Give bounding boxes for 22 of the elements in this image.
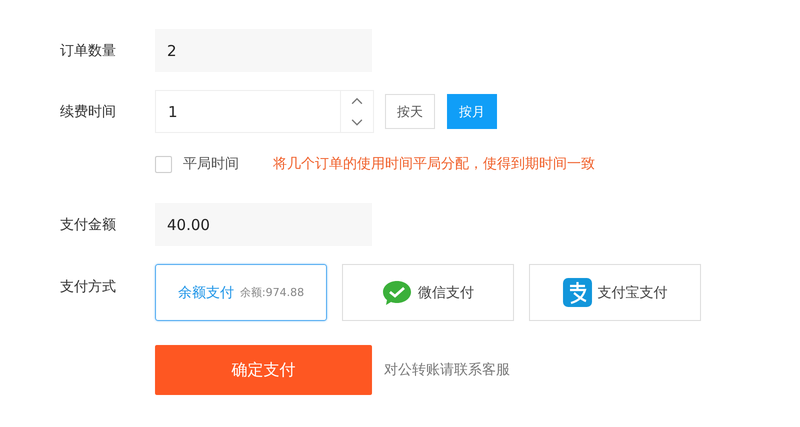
option-label: 微信支付	[418, 284, 474, 302]
field-label: 订单数量	[60, 42, 117, 60]
payment-option[interactable]: 微信支付	[342, 264, 514, 321]
option-label: 余额支付	[178, 284, 234, 302]
field-value: 1	[168, 102, 178, 120]
quantity-field[interactable]: 2	[155, 29, 372, 72]
hint-text: 将几个订单的使用时间平局分配，使得到期时间一致	[273, 155, 595, 173]
checkbox[interactable]	[155, 156, 172, 172]
amount-field[interactable]: 40.00	[155, 203, 372, 246]
option-label: 支付宝支付	[598, 284, 668, 302]
payment-option[interactable]: 余额支付 余额:974.88	[155, 264, 327, 321]
balance-note: 余额:974.88	[240, 285, 304, 300]
field-label: 支付金额	[60, 216, 117, 234]
field-label: 支付方式	[60, 278, 117, 296]
field-label: 续费时间	[60, 102, 117, 120]
chat-bubble-icon	[382, 280, 412, 306]
transfer-note: 对公转账请联系客服	[384, 361, 510, 379]
payment-option[interactable]: 支付宝支付	[529, 264, 701, 321]
payment-logo-icon	[562, 278, 592, 307]
renewal-field[interactable]: 1	[155, 90, 340, 133]
checkbox-label: 平局时间	[183, 155, 239, 173]
unit-button[interactable]: 按天	[385, 94, 435, 129]
